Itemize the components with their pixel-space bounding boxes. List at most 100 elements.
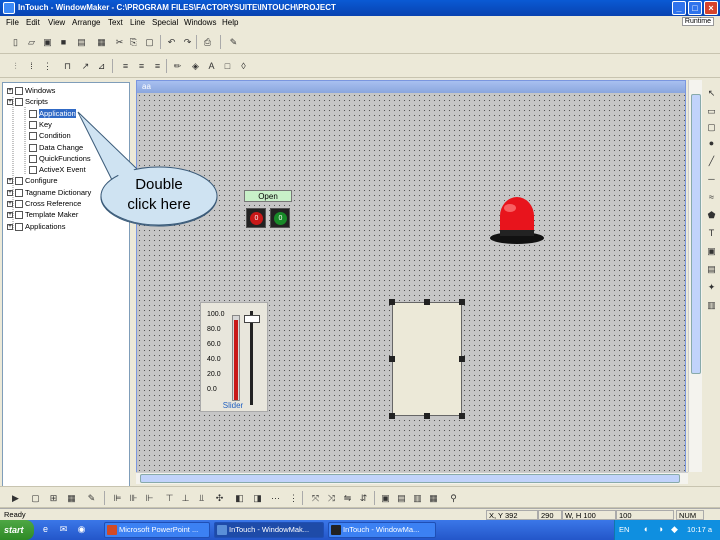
pointer-icon[interactable]: ▶ (10, 493, 21, 504)
group-icon[interactable]: ▦ (66, 493, 77, 504)
resize-handle[interactable] (424, 299, 430, 305)
align-center-icon[interactable]: ⊪ (128, 493, 139, 504)
tray-icon[interactable]: ◑ (655, 524, 666, 535)
reshape-icon[interactable]: ▦ (428, 493, 439, 504)
close-button[interactable]: × (704, 1, 718, 15)
expand-icon[interactable]: + (7, 201, 13, 208)
maximize-button[interactable]: □ (688, 1, 702, 15)
polyline-icon[interactable]: ≈ (706, 192, 717, 203)
undo-icon[interactable]: ↶ (166, 37, 177, 48)
rounded-rect-icon[interactable]: ▢ (706, 122, 717, 133)
volume-icon[interactable]: ◆ (669, 524, 680, 535)
menu-help[interactable]: Help (222, 18, 238, 27)
break-cell-icon[interactable]: ▥ (412, 493, 423, 504)
alarm-lamp[interactable] (488, 194, 548, 248)
ie-icon[interactable]: e (40, 524, 51, 535)
align-right-icon[interactable]: ⋮ (42, 61, 53, 72)
tree-item[interactable]: + Windows (7, 86, 55, 96)
space-icon[interactable]: ⋯ (270, 493, 281, 504)
space-v-icon[interactable]: ⋮ (288, 493, 299, 504)
flip-v-icon[interactable]: ⇵ (358, 493, 369, 504)
horizontal-scroll-thumb[interactable] (140, 474, 680, 483)
redo-icon[interactable]: ↷ (182, 37, 193, 48)
print-icon[interactable]: ⎙ (202, 37, 213, 48)
save-all-icon[interactable]: ▤ (76, 37, 87, 48)
slider-widget[interactable]: 100.0 80.0 60.0 40.0 20.0 0.0 Slider (200, 302, 268, 412)
horizontal-scrollbar[interactable] (136, 472, 688, 484)
save-icon[interactable]: ■ (58, 37, 69, 48)
resize-handle[interactable] (389, 356, 395, 362)
vertical-scroll-thumb[interactable] (691, 94, 701, 374)
walk-icon[interactable]: ⚲ (448, 493, 459, 504)
polygon-icon[interactable]: ⬟ (706, 210, 717, 221)
app-icon[interactable] (3, 2, 15, 14)
wizard-icon[interactable]: ✦ (706, 282, 717, 293)
resize-handle[interactable] (389, 413, 395, 419)
symbol-icon[interactable]: ⊿ (96, 61, 107, 72)
text-icon[interactable]: T (706, 228, 717, 239)
expand-icon[interactable]: + (7, 178, 13, 185)
tray-icon[interactable]: ◐ (641, 524, 652, 535)
make-cell-icon[interactable]: ⊓ (62, 61, 73, 72)
expand-icon[interactable]: + (7, 212, 13, 219)
outlook-icon[interactable]: ✉ (58, 524, 69, 535)
menu-file[interactable]: File (6, 18, 19, 27)
window-properties-icon[interactable]: ▦ (96, 37, 107, 48)
window-color-icon[interactable]: □ (222, 61, 233, 72)
menu-line[interactable]: Line (130, 18, 145, 27)
stop-button[interactable]: 0 (246, 208, 266, 228)
paste-icon[interactable]: ▢ (144, 37, 155, 48)
rectangle-icon[interactable]: ▭ (706, 106, 717, 117)
runtime-button[interactable]: Runtime (681, 17, 714, 26)
selected-rectangle[interactable] (389, 299, 465, 419)
open-window-icon[interactable]: ▣ (42, 37, 53, 48)
expand-icon[interactable]: + (7, 189, 13, 196)
align-bottom-icon[interactable]: ⫫ (196, 493, 207, 504)
activex-icon[interactable]: ▥ (706, 300, 717, 311)
text-color-icon[interactable]: A (206, 61, 217, 72)
text-left-icon[interactable]: ≡ (120, 61, 131, 72)
expand-icon[interactable]: + (7, 99, 13, 106)
line-icon[interactable]: ╱ (706, 156, 717, 167)
new-icon[interactable]: ▯ (10, 37, 21, 48)
expand-icon[interactable]: + (7, 223, 13, 230)
tree-item[interactable]: + Applications (7, 222, 65, 232)
start-button[interactable]: 0 (270, 208, 290, 228)
menu-edit[interactable]: Edit (26, 18, 40, 27)
layer-icon[interactable]: ▣ (380, 493, 391, 504)
resize-handle[interactable] (459, 413, 465, 419)
flip-h-icon[interactable]: ⇋ (342, 493, 353, 504)
align-top-icon[interactable]: ⊤ (164, 493, 175, 504)
fill-color-icon[interactable]: ◈ (190, 61, 201, 72)
vertical-scrollbar[interactable] (688, 80, 702, 472)
cut-icon[interactable]: ✂ (114, 37, 125, 48)
expand-icon[interactable]: + (7, 88, 13, 95)
copy-icon[interactable]: ⎘ (128, 37, 139, 48)
task-windowmaker-2[interactable]: InTouch - WindowMa... (328, 522, 436, 538)
edit-icon[interactable]: ✎ (86, 493, 97, 504)
align-right-icon[interactable]: ⊩ (144, 493, 155, 504)
tree-item[interactable]: Key (29, 120, 52, 130)
cell-icon[interactable]: ▤ (396, 493, 407, 504)
open-panel[interactable]: Open 0 0 (244, 190, 292, 230)
rotate-ccw-icon[interactable]: ⤨ (326, 493, 337, 504)
select-icon[interactable]: ↖ (706, 88, 717, 99)
bring-front-icon[interactable]: ◧ (234, 493, 245, 504)
bitmap-icon[interactable]: ▣ (706, 246, 717, 257)
resize-handle[interactable] (459, 299, 465, 305)
text-center-icon[interactable]: ≡ (136, 61, 147, 72)
ellipse-icon[interactable]: ● (706, 138, 717, 149)
hv-line-icon[interactable]: ─ (706, 174, 717, 185)
menu-windows[interactable]: Windows (184, 18, 216, 27)
minimize-button[interactable]: _ (672, 1, 686, 15)
align-left-icon[interactable]: ⊫ (112, 493, 123, 504)
menu-arrange[interactable]: Arrange (72, 18, 100, 27)
paint-icon[interactable]: ◊ (238, 61, 249, 72)
task-windowmaker[interactable]: InTouch - WindowMak... (214, 522, 324, 538)
script-icon[interactable]: ✎ (228, 37, 239, 48)
resize-handle[interactable] (424, 413, 430, 419)
resize-handle[interactable] (389, 299, 395, 305)
start-button[interactable]: start (0, 520, 34, 540)
tree-item[interactable]: + Scripts (7, 97, 48, 107)
rotate-cw-icon[interactable]: ⤧ (310, 493, 321, 504)
